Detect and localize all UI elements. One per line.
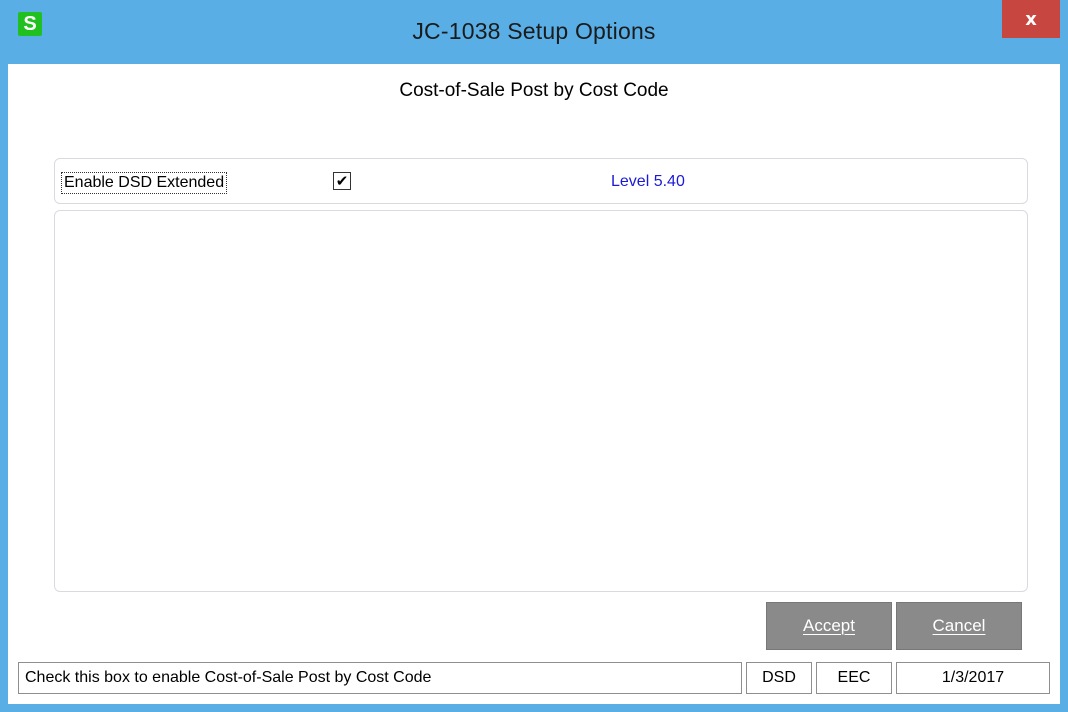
setup-options-window: S JC-1038 Setup Options x Cost-of-Sale P… <box>0 0 1068 712</box>
status-company: DSD <box>746 662 812 694</box>
title-bar[interactable]: S JC-1038 Setup Options x <box>8 0 1060 64</box>
option-panel: Enable DSD Extended ✔ Level 5.40 <box>54 158 1028 204</box>
cancel-button-label: Cancel <box>932 616 986 635</box>
accept-button[interactable]: Accept <box>766 602 892 650</box>
level-version-text: Level 5.40 <box>611 173 685 190</box>
status-message: Check this box to enable Cost-of-Sale Po… <box>18 662 742 694</box>
status-date: 1/3/2017 <box>896 662 1050 694</box>
checkmark-icon: ✔ <box>335 172 349 190</box>
window-title: JC-1038 Setup Options <box>412 18 656 44</box>
close-icon: x <box>1025 8 1037 30</box>
accept-button-label: Accept <box>803 616 855 635</box>
enable-dsd-extended-label[interactable]: Enable DSD Extended <box>61 172 228 194</box>
dialog-body: Cost-of-Sale Post by Cost Code Enable DS… <box>8 64 1060 704</box>
status-bar: Check this box to enable Cost-of-Sale Po… <box>18 662 1050 694</box>
cancel-button[interactable]: Cancel <box>896 602 1022 650</box>
status-user: EEC <box>816 662 892 694</box>
close-button[interactable]: x <box>1002 0 1060 38</box>
content-panel <box>54 210 1028 592</box>
enable-dsd-extended-checkbox[interactable]: ✔ <box>333 172 351 190</box>
page-title: Cost-of-Sale Post by Cost Code <box>399 80 669 101</box>
